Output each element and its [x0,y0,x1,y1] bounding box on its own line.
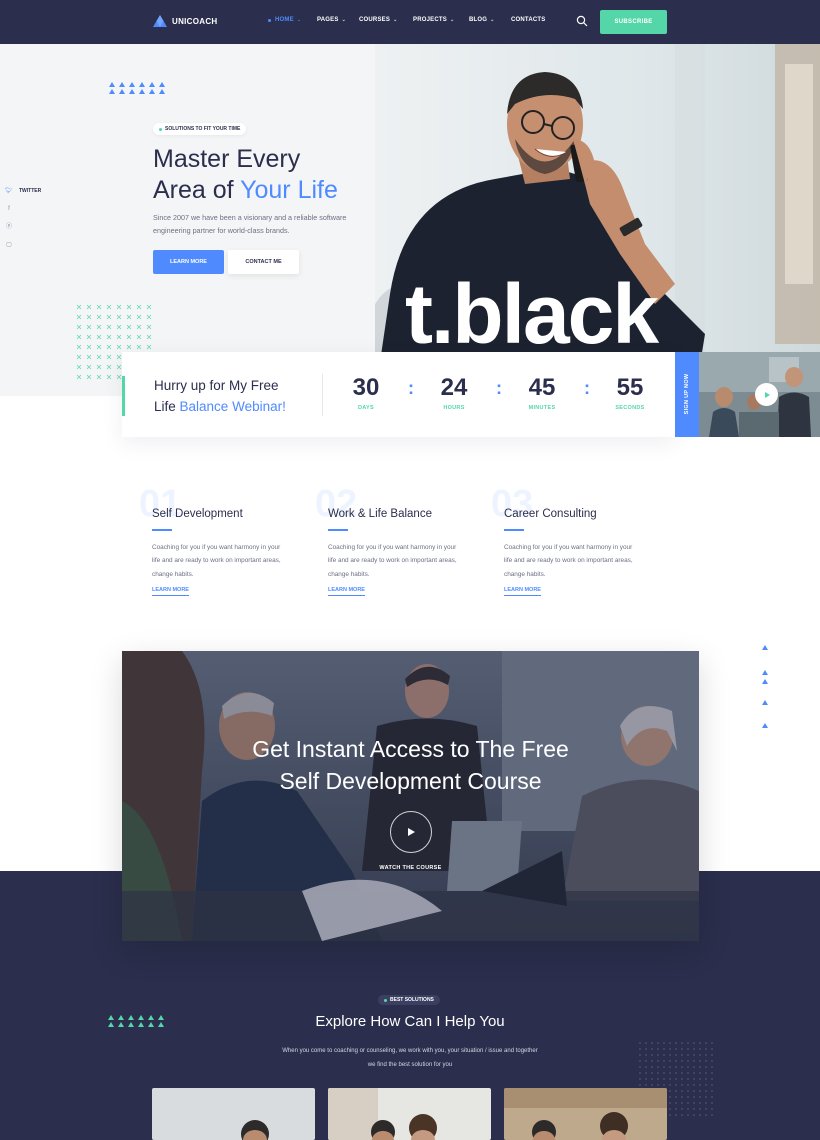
countdown-separator: : [584,378,590,398]
menu-item-projects[interactable]: PROJECTS ⌄ [413,17,469,23]
solution-card-image[interactable] [152,1088,315,1140]
twitter-icon: 🐦︎ [5,188,13,194]
solutions-title: Explore How Can I Help You [315,1013,505,1030]
decor-triangles [762,645,768,728]
learn-more-link[interactable]: LEARN MORE [504,587,541,596]
brand-signature: t.black [405,267,659,361]
sign-up-now-button[interactable]: SIGN UP NOW [675,352,699,437]
chevron-down-icon: ⌄ [449,17,455,23]
accent-bar [122,376,125,416]
twitter-link[interactable]: 🐦︎ TWITTER [5,186,41,196]
countdown-separator: : [496,378,502,398]
webinar-card: Hurry up for My Free Life Balance Webina… [122,352,675,437]
active-dot [268,18,271,22]
logo-text: UNICOACH [172,16,218,26]
pinterest-link[interactable]: ⓟ [5,222,41,232]
countdown-separator: : [408,378,414,398]
chevron-down-icon: ⌄ [393,17,398,23]
divider [322,374,323,416]
learn-more-link[interactable]: LEARN MORE [328,587,365,596]
course-title: Get Instant Access to The Free Self Deve… [252,736,569,794]
countdown-minutes: 45 MINUTES [528,374,556,411]
video-play-button[interactable] [390,811,432,853]
hero-title: Master Every Area of Your Life [153,145,338,204]
instagram-icon: ▢ [6,242,12,248]
play-icon [408,828,415,836]
webinar-heading: Hurry up for My Free Life Balance Webina… [154,378,286,414]
menu-item-home[interactable]: HOME ⌄ [268,17,317,23]
instagram-link[interactable]: ▢ [5,240,41,250]
chevron-down-icon: ⌄ [490,17,495,23]
hero-pill: SOLUTIONS TO FIT YOUR TIME [153,123,247,135]
decor-triangles [109,82,165,94]
best-solutions-pill: BEST SOLUTIONS [378,995,440,1005]
hero-description: Since 2007 we have been a visionary and … [153,213,347,235]
watch-course-caption[interactable]: WATCH THE COURSE [122,865,699,871]
pinterest-icon: ⓟ [5,224,12,230]
top-nav: UNICOACH HOME ⌄ PAGES ⌄ COURSES ⌄ PROJECTS ⌄… [0,0,820,44]
contact-me-button[interactable]: CONTACT ME [228,250,299,274]
menu-item-pages[interactable]: PAGES ⌄ [317,17,359,23]
menu-item-contacts[interactable]: CONTACTS [511,17,546,23]
play-button[interactable] [755,383,778,406]
menu-item-courses[interactable]: COURSES ⌄ [359,17,413,23]
search-icon[interactable] [576,15,588,27]
hero-section: SOLUTIONS TO FIT YOUR TIME Master Every … [0,44,820,396]
learn-more-button[interactable]: LEARN MORE [153,250,224,274]
subscribe-button[interactable]: SUBSCRIBE [600,10,667,34]
main-menu: HOME ⌄ PAGES ⌄ COURSES ⌄ PROJECTS ⌄ BLOG ⌄ CO… [268,17,546,23]
countdown-hours: 24 HOURS [440,374,468,411]
countdown-days: 30 DAYS [352,374,380,411]
logo[interactable]: UNICOACH [153,15,218,27]
social-links: 🐦︎ TWITTER f ⓟ ▢ [5,186,41,250]
facebook-link[interactable]: f [5,204,41,214]
countdown-seconds: 55 SECONDS [615,374,645,411]
chevron-down-icon: ⌄ [341,17,346,23]
menu-item-blog[interactable]: BLOG ⌄ [469,17,511,23]
play-icon [764,391,770,398]
learn-more-link[interactable]: LEARN MORE [152,587,189,596]
logo-triangle-icon [153,15,167,27]
solution-card-image[interactable] [504,1088,667,1140]
solution-card-image[interactable] [328,1088,491,1140]
chevron-down-icon: ⌄ [296,17,302,23]
facebook-icon: f [8,206,10,212]
solutions-description: When you come to coaching or counseling,… [282,1048,538,1068]
